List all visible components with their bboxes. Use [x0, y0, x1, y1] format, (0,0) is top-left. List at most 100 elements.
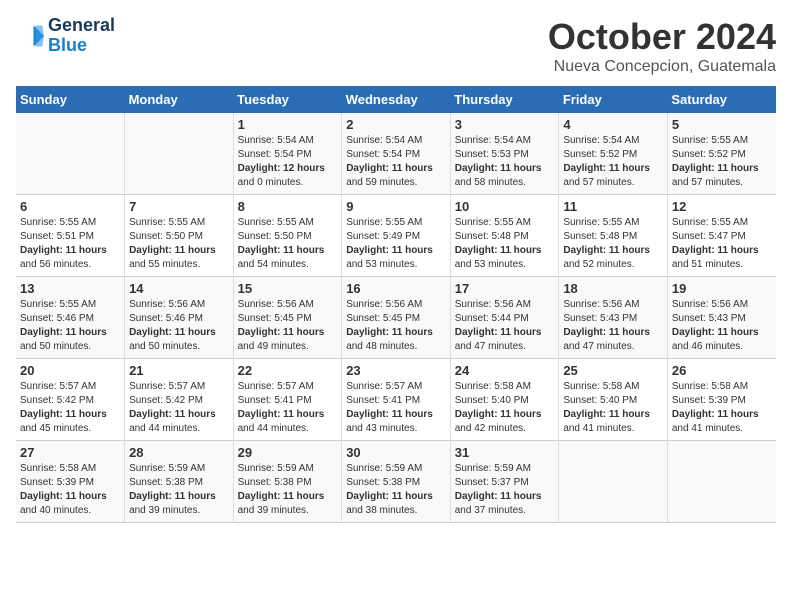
- day-number: 23: [346, 363, 446, 378]
- cell-info-line: Sunset: 5:38 PM: [238, 476, 338, 490]
- cell-info-line: Sunset: 5:51 PM: [20, 230, 120, 244]
- cell-info-line: and 41 minutes.: [563, 422, 663, 436]
- calendar-cell: 20Sunrise: 5:57 AMSunset: 5:42 PMDayligh…: [16, 359, 125, 441]
- day-number: 31: [455, 445, 555, 460]
- day-number: 30: [346, 445, 446, 460]
- calendar-cell: 25Sunrise: 5:58 AMSunset: 5:40 PMDayligh…: [559, 359, 668, 441]
- cell-info-line: Sunrise: 5:55 AM: [20, 216, 120, 230]
- cell-info-line: Sunrise: 5:55 AM: [672, 216, 772, 230]
- cell-info-line: Sunset: 5:46 PM: [20, 312, 120, 326]
- cell-info-line: Daylight: 11 hours: [238, 244, 338, 258]
- cell-info-line: and 53 minutes.: [455, 258, 555, 272]
- calendar-cell: 2Sunrise: 5:54 AMSunset: 5:54 PMDaylight…: [342, 113, 451, 195]
- cell-info-line: Daylight: 11 hours: [346, 162, 446, 176]
- calendar-cell: [559, 441, 668, 523]
- day-number: 13: [20, 281, 120, 296]
- cell-info-line: Sunset: 5:42 PM: [129, 394, 229, 408]
- cell-info-line: Daylight: 11 hours: [346, 490, 446, 504]
- calendar-cell: 29Sunrise: 5:59 AMSunset: 5:38 PMDayligh…: [233, 441, 342, 523]
- cell-info-line: Sunset: 5:40 PM: [455, 394, 555, 408]
- cell-info-line: Daylight: 11 hours: [129, 244, 229, 258]
- calendar-table: SundayMondayTuesdayWednesdayThursdayFrid…: [16, 86, 776, 523]
- title-area: October 2024 Nueva Concepcion, Guatemala: [548, 16, 776, 76]
- cell-info-line: Sunset: 5:43 PM: [563, 312, 663, 326]
- cell-info-line: Daylight: 11 hours: [672, 326, 772, 340]
- day-number: 21: [129, 363, 229, 378]
- cell-info-line: and 41 minutes.: [672, 422, 772, 436]
- cell-info-line: Sunset: 5:46 PM: [129, 312, 229, 326]
- cell-info-line: Sunrise: 5:57 AM: [238, 380, 338, 394]
- cell-info-line: Sunrise: 5:54 AM: [238, 134, 338, 148]
- logo: General Blue: [16, 16, 115, 56]
- day-number: 20: [20, 363, 120, 378]
- cell-info-line: Sunrise: 5:56 AM: [455, 298, 555, 312]
- cell-info-line: and 47 minutes.: [455, 340, 555, 354]
- cell-info-line: Daylight: 11 hours: [563, 326, 663, 340]
- cell-info-line: and 38 minutes.: [346, 504, 446, 518]
- cell-info-line: and 43 minutes.: [346, 422, 446, 436]
- day-number: 1: [238, 117, 338, 132]
- cell-info-line: and 55 minutes.: [129, 258, 229, 272]
- cell-info-line: Sunrise: 5:57 AM: [346, 380, 446, 394]
- cell-info-line: Sunset: 5:52 PM: [672, 148, 772, 162]
- cell-info-line: Daylight: 11 hours: [238, 490, 338, 504]
- cell-info-line: Sunrise: 5:55 AM: [20, 298, 120, 312]
- cell-info-line: Sunset: 5:50 PM: [238, 230, 338, 244]
- cell-info-line: Sunset: 5:38 PM: [129, 476, 229, 490]
- cell-info-line: and 0 minutes.: [238, 176, 338, 190]
- cell-info-line: and 45 minutes.: [20, 422, 120, 436]
- cell-info-line: Sunset: 5:44 PM: [455, 312, 555, 326]
- cell-info-line: Daylight: 12 hours: [238, 162, 338, 176]
- cell-info-line: Sunrise: 5:59 AM: [238, 462, 338, 476]
- day-number: 14: [129, 281, 229, 296]
- calendar-cell: [125, 113, 234, 195]
- cell-info-line: Daylight: 11 hours: [129, 326, 229, 340]
- cell-info-line: Sunrise: 5:55 AM: [129, 216, 229, 230]
- cell-info-line: Daylight: 11 hours: [346, 244, 446, 258]
- cell-info-line: and 57 minutes.: [672, 176, 772, 190]
- calendar-cell: 7 Sunrise: 5:55 AMSunset: 5:50 PMDaylight…: [125, 195, 234, 277]
- calendar-cell: 28Sunrise: 5:59 AMSunset: 5:38 PMDayligh…: [125, 441, 234, 523]
- calendar-cell: 3Sunrise: 5:54 AMSunset: 5:53 PMDaylight…: [450, 113, 559, 195]
- cell-info-line: Sunset: 5:42 PM: [20, 394, 120, 408]
- cell-info-line: Sunset: 5:41 PM: [346, 394, 446, 408]
- col-header-monday: Monday: [125, 86, 234, 113]
- col-header-friday: Friday: [559, 86, 668, 113]
- cell-info-line: Daylight: 11 hours: [346, 408, 446, 422]
- week-row-1: 1Sunrise: 5:54 AMSunset: 5:54 PMDaylight…: [16, 113, 776, 195]
- day-number: 26: [672, 363, 772, 378]
- cell-info-line: Sunrise: 5:54 AM: [346, 134, 446, 148]
- cell-info-line: and 54 minutes.: [238, 258, 338, 272]
- day-number: 3: [455, 117, 555, 132]
- day-number: 25: [563, 363, 663, 378]
- day-number: 24: [455, 363, 555, 378]
- cell-info-line: Sunrise: 5:56 AM: [129, 298, 229, 312]
- calendar-cell: 26Sunrise: 5:58 AMSunset: 5:39 PMDayligh…: [667, 359, 776, 441]
- cell-info-line: and 52 minutes.: [563, 258, 663, 272]
- logo-line1: General: [48, 16, 115, 36]
- cell-info-line: Daylight: 11 hours: [455, 244, 555, 258]
- calendar-cell: 16Sunrise: 5:56 AMSunset: 5:45 PMDayligh…: [342, 277, 451, 359]
- cell-info-line: and 39 minutes.: [238, 504, 338, 518]
- cell-info-line: and 50 minutes.: [129, 340, 229, 354]
- cell-info-line: Sunrise: 5:56 AM: [672, 298, 772, 312]
- cell-info-line: Sunrise: 5:58 AM: [20, 462, 120, 476]
- cell-info-line: Sunset: 5:50 PM: [129, 230, 229, 244]
- day-number: 4: [563, 117, 663, 132]
- cell-info-line: Daylight: 11 hours: [20, 326, 120, 340]
- cell-info-line: Sunset: 5:39 PM: [672, 394, 772, 408]
- calendar-cell: 14 Sunrise: 5:56 AMSunset: 5:46 PMDayligh…: [125, 277, 234, 359]
- cell-info-line: Daylight: 11 hours: [672, 408, 772, 422]
- day-number: 9: [346, 199, 446, 214]
- calendar-cell: 1Sunrise: 5:54 AMSunset: 5:54 PMDaylight…: [233, 113, 342, 195]
- cell-info-line: Sunset: 5:45 PM: [346, 312, 446, 326]
- calendar-cell: 12Sunrise: 5:55 AMSunset: 5:47 PMDayligh…: [667, 195, 776, 277]
- calendar-cell: 27Sunrise: 5:58 AMSunset: 5:39 PMDayligh…: [16, 441, 125, 523]
- header-row: SundayMondayTuesdayWednesdayThursdayFrid…: [16, 86, 776, 113]
- cell-info-line: Sunset: 5:48 PM: [455, 230, 555, 244]
- calendar-cell: 18Sunrise: 5:56 AMSunset: 5:43 PMDayligh…: [559, 277, 668, 359]
- day-number: 7: [129, 199, 229, 214]
- calendar-cell: 31Sunrise: 5:59 AMSunset: 5:37 PMDayligh…: [450, 441, 559, 523]
- cell-info-line: Daylight: 11 hours: [672, 162, 772, 176]
- day-number: 5: [672, 117, 772, 132]
